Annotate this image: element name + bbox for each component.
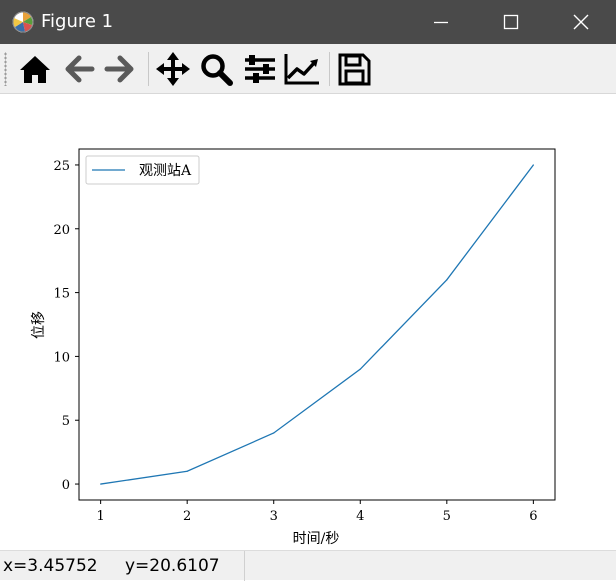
line-chart-icon [284,54,319,85]
minimize-button[interactable] [406,0,476,44]
x-tick-label: 1 [96,509,104,524]
maximize-button[interactable] [476,0,546,44]
window-title: Figure 1 [41,11,114,32]
navigation-toolbar [0,44,616,94]
y-tick-label: 10 [53,350,70,365]
data-point [186,470,188,472]
save-icon [338,53,371,86]
close-icon [573,14,589,30]
toolbar-separator [329,52,330,86]
configure-subplots-button[interactable] [242,50,278,88]
back-button[interactable] [61,50,97,88]
edit-parameters-button[interactable] [284,50,320,88]
close-button[interactable] [546,0,616,44]
y-tick-label: 15 [53,287,70,302]
x-tick-label: 4 [356,509,364,524]
legend: 观测站A [85,155,200,185]
maximize-icon [503,14,519,30]
save-button[interactable] [336,50,372,88]
line-chart[interactable]: 1 2 3 4 5 6 0 5 10 15 20 25 观测站A 时间/秒 位移 [0,94,616,550]
toolbar-grip [4,52,7,86]
legend-label: 观测站A [139,163,192,179]
zoom-button[interactable] [198,50,234,88]
status-bar: x=3.45752 y=20.6107 [0,550,616,581]
x-tick-label: 3 [270,509,278,524]
x-tick-label: 2 [183,509,191,524]
home-button[interactable] [17,50,53,88]
cursor-x-readout: x=3.45752 [3,556,98,576]
arrow-right-icon [104,55,134,83]
arrow-left-icon [65,55,95,83]
x-axis-label: 时间/秒 [293,531,340,547]
data-point [273,432,275,434]
pan-button[interactable] [155,50,191,88]
matplotlib-logo-icon [12,11,34,33]
cursor-y-readout: y=20.6107 [125,556,220,576]
y-tick-label: 0 [62,478,70,493]
x-tick-label: 6 [529,509,537,524]
home-icon [20,56,50,83]
y-tick-label: 20 [53,223,70,238]
sliders-icon [245,55,275,83]
toolbar-separator [148,52,149,86]
data-point [359,368,361,370]
data-point [446,279,448,281]
move-icon [156,52,190,86]
axes-frame [78,148,556,501]
title-bar: Figure 1 [0,0,616,44]
y-axis-label: 位移 [31,311,47,339]
data-point [532,164,534,166]
forward-button[interactable] [102,50,138,88]
y-tick-label: 25 [53,159,70,174]
zoom-icon [201,54,233,86]
x-tick-label: 5 [443,509,451,524]
minimize-icon [434,21,448,24]
status-divider [244,551,245,581]
figure-canvas[interactable]: 1 2 3 4 5 6 0 5 10 15 20 25 观测站A 时间/秒 位移 [0,94,616,550]
data-point [100,483,102,485]
series-line-observation-station-a [100,164,534,485]
y-tick-label: 5 [62,414,70,429]
